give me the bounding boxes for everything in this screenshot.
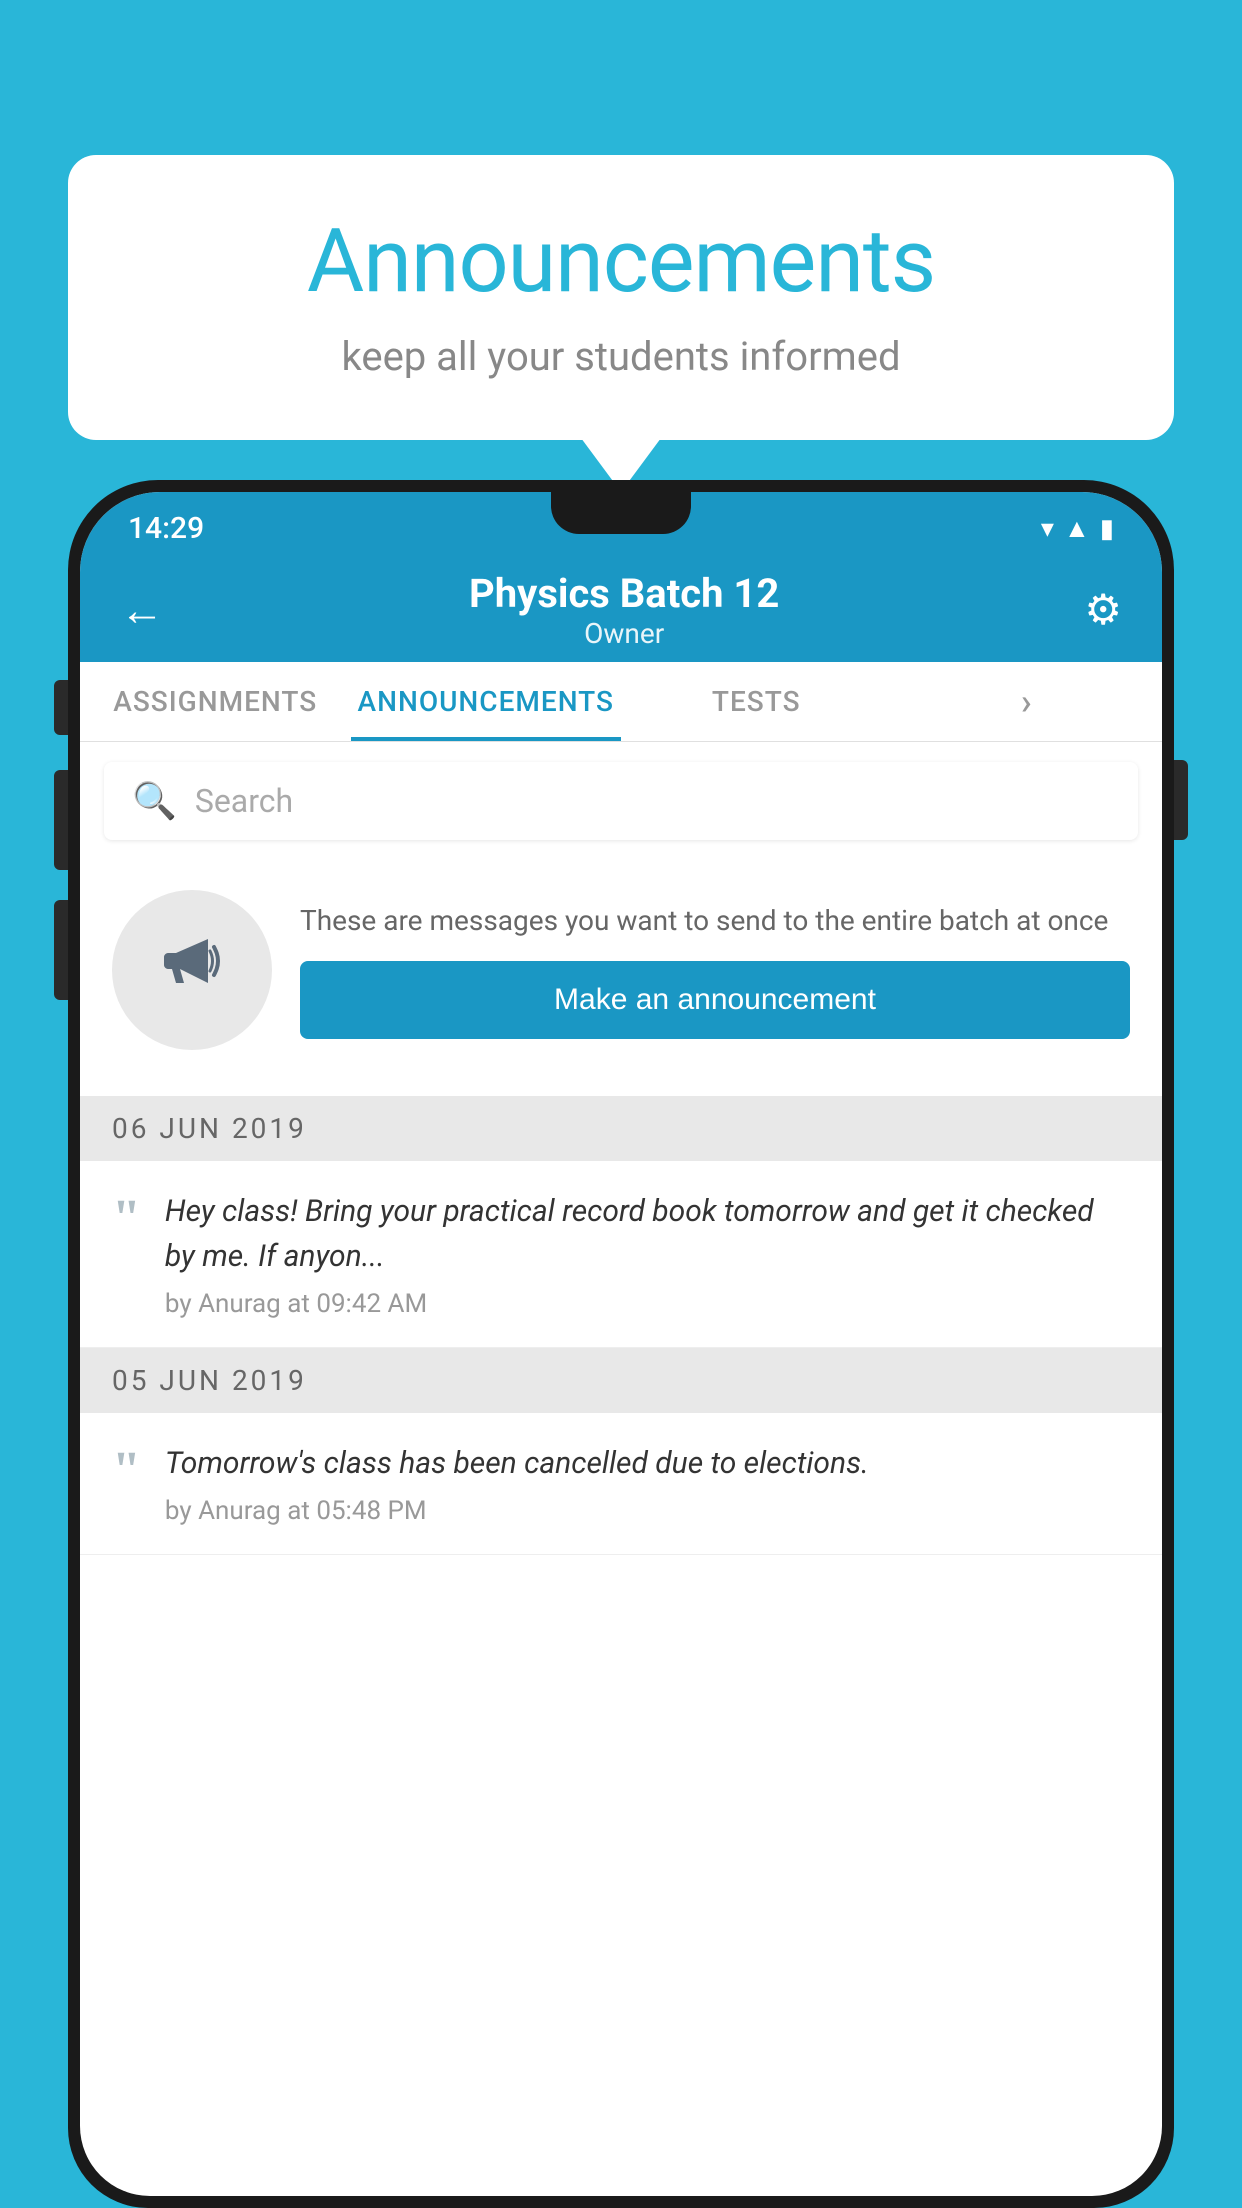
back-button[interactable]: ← xyxy=(120,584,164,636)
volume-up-button xyxy=(54,770,68,870)
promo-right: These are messages you want to send to t… xyxy=(300,901,1130,1038)
search-placeholder: Search xyxy=(195,782,293,820)
search-icon: 🔍 xyxy=(132,780,177,822)
promo-description: These are messages you want to send to t… xyxy=(300,901,1130,940)
status-time: 14:29 xyxy=(128,511,204,546)
tab-tests[interactable]: TESTS xyxy=(621,662,892,741)
promo-card: These are messages you want to send to t… xyxy=(80,860,1162,1080)
speech-bubble: Announcements keep all your students inf… xyxy=(68,155,1174,440)
app-bar-title: Physics Batch 12 xyxy=(469,570,779,617)
battery-icon: ▮ xyxy=(1100,514,1114,544)
tab-announcements[interactable]: ANNOUNCEMENTS xyxy=(351,662,622,741)
phone-notch xyxy=(551,492,691,534)
power-button xyxy=(1174,760,1188,840)
announcement-item-1[interactable]: " Hey class! Bring your practical record… xyxy=(80,1161,1162,1348)
app-bar-title-group: Physics Batch 12 Owner xyxy=(469,570,779,650)
search-bar[interactable]: 🔍 Search xyxy=(104,762,1138,840)
speech-bubble-container: Announcements keep all your students inf… xyxy=(68,155,1174,440)
announcement-meta-2: by Anurag at 05:48 PM xyxy=(165,1496,1130,1526)
tab-assignments[interactable]: ASSIGNMENTS xyxy=(80,662,351,741)
tabs-container: ASSIGNMENTS ANNOUNCEMENTS TESTS › xyxy=(80,662,1162,742)
promo-icon-circle xyxy=(112,890,272,1050)
status-icons: ▾ ▲ ▮ xyxy=(1041,513,1114,544)
app-bar-subtitle: Owner xyxy=(469,617,779,650)
megaphone-icon xyxy=(156,925,228,1015)
settings-icon[interactable]: ⚙ xyxy=(1084,585,1122,635)
announcement-text-1: Hey class! Bring your practical record b… xyxy=(165,1189,1130,1279)
date-separator-1: 06 JUN 2019 xyxy=(80,1096,1162,1161)
phone-container: 14:29 ▾ ▲ ▮ ← Physics Batch 12 Owner ⚙ xyxy=(68,480,1174,2208)
announcement-content-1: Hey class! Bring your practical record b… xyxy=(165,1189,1130,1319)
volume-down-button xyxy=(54,900,68,1000)
signal-icon: ▲ xyxy=(1064,513,1090,544)
quote-icon-1: " xyxy=(112,1193,141,1245)
announcement-text-2: Tomorrow's class has been cancelled due … xyxy=(165,1441,1130,1486)
speech-bubble-subtitle: keep all your students informed xyxy=(128,333,1114,380)
phone-screen: 14:29 ▾ ▲ ▮ ← Physics Batch 12 Owner ⚙ xyxy=(80,492,1162,2196)
mute-button xyxy=(54,680,68,735)
phone-outer: 14:29 ▾ ▲ ▮ ← Physics Batch 12 Owner ⚙ xyxy=(68,480,1174,2208)
app-bar: ← Physics Batch 12 Owner ⚙ xyxy=(80,557,1162,662)
wifi-icon: ▾ xyxy=(1041,514,1054,544)
announcement-item-2[interactable]: " Tomorrow's class has been cancelled du… xyxy=(80,1413,1162,1555)
make-announcement-button[interactable]: Make an announcement xyxy=(300,961,1130,1039)
tab-more[interactable]: › xyxy=(892,662,1163,741)
announcement-content-2: Tomorrow's class has been cancelled due … xyxy=(165,1441,1130,1526)
announcement-meta-1: by Anurag at 09:42 AM xyxy=(165,1289,1130,1319)
quote-icon-2: " xyxy=(112,1445,141,1497)
date-separator-2: 05 JUN 2019 xyxy=(80,1348,1162,1413)
speech-bubble-title: Announcements xyxy=(128,210,1114,313)
content-area: 🔍 Search xyxy=(80,742,1162,2196)
